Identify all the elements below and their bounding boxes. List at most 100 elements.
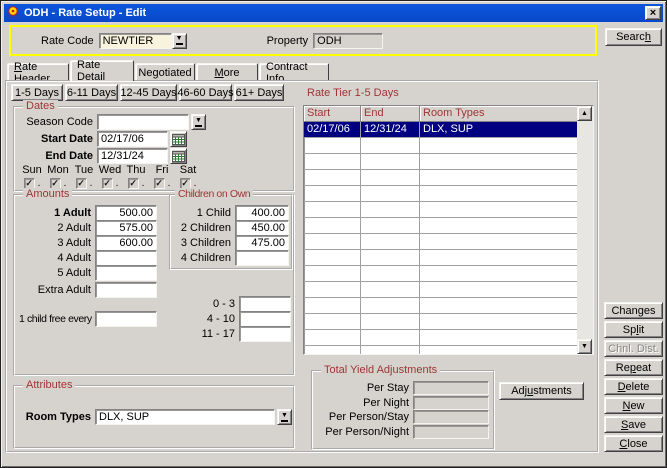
age-11-17-label: 11 - 17 xyxy=(173,328,235,340)
start-date-calendar-button[interactable] xyxy=(170,131,187,147)
weekday-labels: SunMon TueWed ThuFri Sat xyxy=(19,164,205,176)
tab-12-45-days[interactable]: 12-45 Days xyxy=(120,84,177,101)
lov-arrow-icon: ▼ xyxy=(281,413,288,419)
table-row[interactable] xyxy=(304,202,593,218)
age-4-10-field[interactable] xyxy=(239,311,291,327)
repeat-button[interactable]: Repeat xyxy=(604,359,663,376)
adult-4-label: 4 Adult xyxy=(19,252,91,264)
chnl-dist-button[interactable]: Chnl. Dist. xyxy=(604,340,663,357)
day-range-tabs: 1-5 Days 6-11 Days 12-45 Days 46-60 Days… xyxy=(11,84,284,101)
app-icon xyxy=(6,6,20,20)
new-button[interactable]: New xyxy=(604,397,663,414)
adult-5-field[interactable] xyxy=(95,265,157,281)
room-types-lov-button[interactable]: ▼ xyxy=(277,409,292,425)
scroll-up-button[interactable]: ▲ xyxy=(577,106,592,121)
table-row[interactable] xyxy=(304,218,593,234)
rate-code-field[interactable]: NEWTIER xyxy=(99,33,172,49)
save-button[interactable]: Save xyxy=(604,416,663,433)
start-date-field[interactable]: 02/17/06 xyxy=(97,131,168,147)
close-window-button[interactable]: × xyxy=(645,6,661,20)
adult-4-field[interactable] xyxy=(95,250,157,266)
table-row[interactable] xyxy=(304,234,593,250)
age-0-3-label: 0 - 3 xyxy=(173,298,235,310)
table-row[interactable] xyxy=(304,186,593,202)
per-stay-label: Per Stay xyxy=(315,382,409,394)
yield-legend: Total Yield Adjustments xyxy=(321,364,440,377)
per-stay-field[interactable] xyxy=(413,381,489,395)
adjustments-button[interactable]: Adjustments xyxy=(499,382,584,400)
table-scrollbar[interactable]: ▲ ▼ xyxy=(577,106,593,354)
rate-code-lov-button[interactable]: ▼ xyxy=(172,33,187,49)
child-3-field[interactable]: 475.00 xyxy=(235,235,289,251)
tab-61-plus-days[interactable]: 61+ Days xyxy=(234,84,284,101)
per-person-night-field[interactable] xyxy=(413,425,489,439)
adult-2-label: 2 Adult xyxy=(19,222,91,234)
tab-bar: Rate Header Rate Detail Negotiated More … xyxy=(7,61,330,81)
end-date-label: End Date xyxy=(19,150,93,162)
calendar-icon xyxy=(172,134,185,145)
checkbox-tue[interactable]: ✓ xyxy=(76,178,87,189)
property-field[interactable]: ODH xyxy=(313,33,383,49)
extra-adult-field[interactable] xyxy=(95,282,157,298)
delete-button[interactable]: Delete xyxy=(604,378,663,395)
tab-1-5-days[interactable]: 1-5 Days xyxy=(11,84,63,101)
split-button[interactable]: Split xyxy=(604,321,663,338)
room-types-field[interactable]: DLX, SUP xyxy=(95,409,275,425)
end-date-field[interactable]: 12/31/24 xyxy=(97,148,168,164)
per-night-field[interactable] xyxy=(413,396,489,410)
table-row[interactable] xyxy=(304,330,593,346)
adult-3-label: 3 Adult xyxy=(19,237,91,249)
adult-1-field[interactable]: 500.00 xyxy=(95,205,157,221)
child-2-label: 2 Children xyxy=(173,222,231,234)
tab-46-60-days[interactable]: 46-60 Days xyxy=(179,84,232,101)
age-4-10-label: 4 - 10 xyxy=(173,313,235,325)
table-row[interactable] xyxy=(304,154,593,170)
changes-button[interactable]: Changes xyxy=(604,302,663,319)
adult-5-label: 5 Adult xyxy=(19,267,91,279)
child-2-field[interactable]: 450.00 xyxy=(235,220,289,236)
child-1-field[interactable]: 400.00 xyxy=(235,205,289,221)
close-button[interactable]: Close xyxy=(604,435,663,452)
table-row[interactable] xyxy=(304,298,593,314)
end-date-calendar-button[interactable] xyxy=(170,148,187,164)
table-row[interactable] xyxy=(304,250,593,266)
tab-rate-detail[interactable]: Rate Detail xyxy=(70,60,134,81)
property-label: Property xyxy=(267,35,309,47)
child-free-every-label: 1 child free every xyxy=(19,313,91,325)
season-code-lov-button[interactable]: ▼ xyxy=(191,114,206,130)
adult-2-field[interactable]: 575.00 xyxy=(95,220,157,236)
checkbox-fri[interactable]: ✓ xyxy=(154,178,165,189)
window-title: ODH - Rate Setup - Edit xyxy=(24,7,645,19)
table-row[interactable] xyxy=(304,138,593,154)
tab-6-11-days[interactable]: 6-11 Days xyxy=(65,84,118,101)
age-11-17-field[interactable] xyxy=(239,326,291,342)
table-row[interactable] xyxy=(304,346,593,355)
table-row-selected[interactable]: 02/17/06 12/31/24 DLX, SUP xyxy=(304,122,593,138)
tab-contract-info[interactable]: Contract Info xyxy=(259,63,329,81)
tab-rate-header[interactable]: Rate Header xyxy=(7,63,69,81)
checkbox-thu[interactable]: ✓ xyxy=(128,178,139,189)
search-button[interactable]: Search xyxy=(605,28,662,46)
col-end: End xyxy=(361,106,420,121)
tab-more[interactable]: More xyxy=(196,63,258,81)
adult-3-field[interactable]: 600.00 xyxy=(95,235,157,251)
rate-code-label: Rate Code xyxy=(41,35,94,47)
table-row[interactable] xyxy=(304,282,593,298)
extra-adult-label: Extra Adult xyxy=(19,284,91,296)
per-person-stay-field[interactable] xyxy=(413,410,489,424)
child-free-every-field[interactable] xyxy=(95,311,157,327)
scroll-down-button[interactable]: ▼ xyxy=(577,339,592,354)
col-start: Start xyxy=(304,106,361,121)
children-group: Children on Own 1 Child 400.00 2 Childre… xyxy=(169,194,293,270)
table-row[interactable] xyxy=(304,170,593,186)
rate-tier-table: Start End Room Types 02/17/06 12/31/24 D… xyxy=(303,105,594,355)
tab-negotiated[interactable]: Negotiated xyxy=(135,63,195,81)
season-code-field[interactable] xyxy=(97,114,189,130)
child-1-label: 1 Child xyxy=(173,207,231,219)
table-row[interactable] xyxy=(304,314,593,330)
child-4-field[interactable] xyxy=(235,250,289,266)
age-0-3-field[interactable] xyxy=(239,296,291,312)
checkbox-wed[interactable]: ✓ xyxy=(102,178,113,189)
col-room-types: Room Types xyxy=(420,106,579,121)
table-row[interactable] xyxy=(304,266,593,282)
